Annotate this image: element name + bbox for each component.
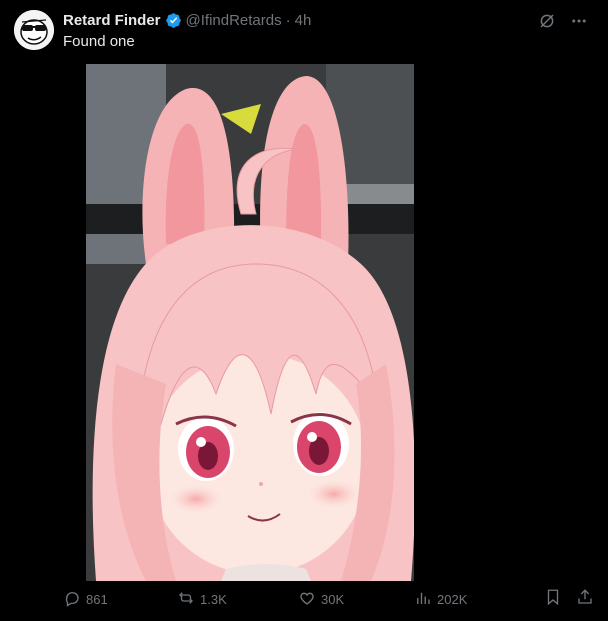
heart-icon xyxy=(298,589,316,610)
grok-icon[interactable] xyxy=(538,12,556,35)
tweet-text: Found one xyxy=(63,33,135,50)
like-count: 30K xyxy=(321,591,345,607)
separator-dot: · xyxy=(285,11,291,29)
like-button[interactable]: 30K xyxy=(298,588,344,610)
tweet[interactable]: Retard Finder @IfindRetards · 4h Found o… xyxy=(0,0,608,621)
bookmark-icon[interactable] xyxy=(544,588,562,611)
secondary-actions xyxy=(544,588,594,611)
views-icon xyxy=(414,589,432,610)
reply-count: 861 xyxy=(86,591,108,607)
repost-icon xyxy=(177,589,195,610)
repost-button[interactable]: 1.3K xyxy=(177,588,227,610)
more-icon[interactable] xyxy=(570,12,588,35)
header-actions xyxy=(538,12,588,35)
avatar[interactable] xyxy=(14,10,54,50)
media-image[interactable] xyxy=(86,64,414,581)
views-button[interactable]: 202K xyxy=(414,588,467,610)
timestamp[interactable]: 4h xyxy=(295,12,312,29)
repost-count: 1.3K xyxy=(200,591,227,607)
handle[interactable]: @IfindRetards xyxy=(186,12,282,29)
verified-badge-icon xyxy=(165,12,182,29)
reply-button[interactable]: 861 xyxy=(63,588,108,610)
reply-icon xyxy=(63,589,81,610)
display-name[interactable]: Retard Finder xyxy=(63,12,161,29)
share-icon[interactable] xyxy=(576,588,594,611)
action-bar: 861 1.3K 30K 202K xyxy=(63,588,593,610)
views-count: 202K xyxy=(437,591,468,607)
tweet-header: Retard Finder @IfindRetards · 4h xyxy=(63,10,311,30)
